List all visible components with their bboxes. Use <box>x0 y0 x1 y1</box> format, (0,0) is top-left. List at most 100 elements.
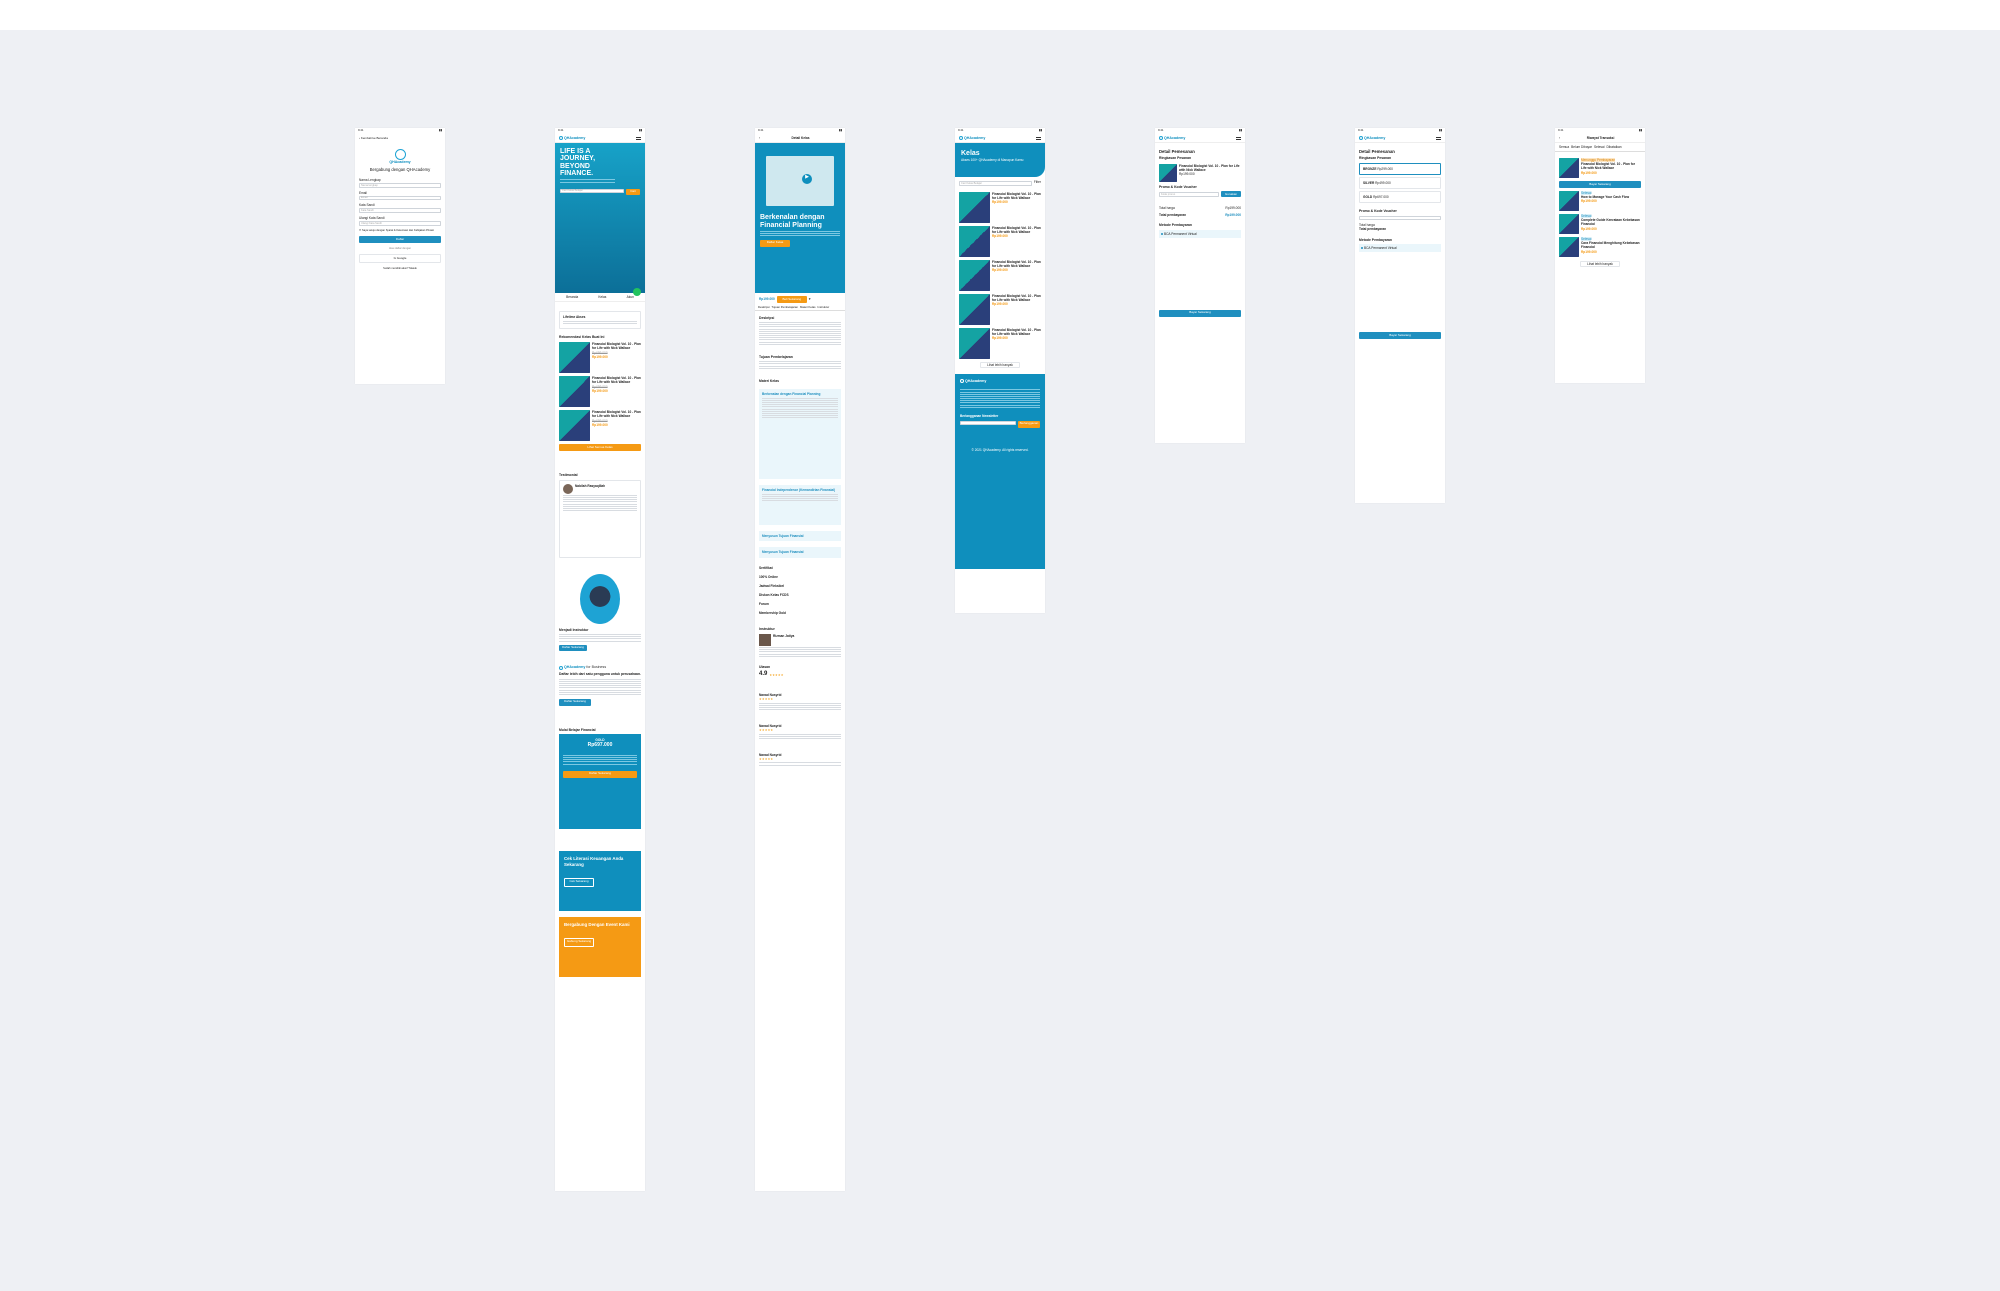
logo-icon <box>959 135 963 140</box>
module-section[interactable]: Menyusun Tujuan Finansial <box>759 531 841 542</box>
logo: QHAcademy Bergabung dengan QHAcademy <box>359 148 441 172</box>
module-section[interactable]: Financial Independence (Kemandirian Fina… <box>759 485 841 526</box>
tab-unpaid[interactable]: Belum Dibayar <box>1571 145 1592 149</box>
module-section[interactable]: Berkenalan dengan Financial Planning <box>759 389 841 480</box>
whatsapp-icon[interactable] <box>633 288 641 296</box>
star-icon: ★★★★★ <box>769 673 784 678</box>
transaction-item[interactable]: Menunggu Pembayaran Financial Biologist V… <box>1559 158 1641 179</box>
video-thumbnail[interactable]: ▶ <box>766 156 834 206</box>
logo-icon <box>1159 135 1163 140</box>
hero-banner: LIFE IS A JOURNEY, BEYOND FINANCE. Cari … <box>555 143 645 296</box>
course-item[interactable]: Financial Biologist Vol. 10 - Plan for L… <box>559 410 641 442</box>
filter-button[interactable]: Filter <box>1034 180 1041 189</box>
review-item: Nanad Nusyrid ★★★★★ <box>759 693 841 711</box>
tab-cancel[interactable]: Dibatalkan <box>1606 145 1621 149</box>
pay-button[interactable]: Bayar Sekarang <box>1159 309 1241 317</box>
subscribe-button[interactable]: Berlangganan <box>1018 420 1040 428</box>
instructor-photo <box>580 573 620 624</box>
enroll-button[interactable]: Daftar Kelas <box>760 239 790 247</box>
back-icon[interactable]: ‹ <box>1559 136 1560 140</box>
login-link[interactable]: Sudah memiliki akun? Masuk <box>359 267 441 270</box>
payment-method-selected[interactable]: BCA Permanent Virtual <box>1159 229 1241 238</box>
module-section[interactable]: Menyusun Tujuan Finansial <box>759 547 841 558</box>
plan-option[interactable]: GOLD Rp697.000 <box>1359 191 1441 204</box>
course-item[interactable]: Financial Biologist Vol. 10 - Plan for L… <box>959 191 1041 223</box>
promo-input[interactable] <box>1359 215 1441 221</box>
instructor-button[interactable]: Daftar Sekarang <box>559 644 587 652</box>
course-item[interactable]: Financial Biologist Vol. 10 - Plan for L… <box>559 376 641 408</box>
course-item[interactable]: Financial Biologist Vol. 10 - Plan for L… <box>959 259 1041 291</box>
literacy-banner: Cek Literasi Keuangan Anda Sekarang Cek S… <box>559 851 641 912</box>
pay-now-button[interactable]: Bayar Sekarang <box>1559 181 1641 189</box>
tab-akun[interactable]: Akun <box>627 295 634 299</box>
buy-button[interactable]: Beli Sekarang <box>776 296 807 303</box>
tab-desc[interactable]: Deskripsi <box>758 305 770 310</box>
see-all-button[interactable]: Lihat Semua Kelas <box>559 444 641 452</box>
search-input[interactable]: Cari Kelas Belajar <box>560 188 624 194</box>
search-input[interactable]: Cari Kelas Belajar <box>959 181 1032 186</box>
back-icon[interactable]: ‹ <box>759 136 760 140</box>
logo-icon <box>559 665 563 670</box>
email-input[interactable]: Email <box>359 195 441 201</box>
course-item[interactable]: Financial Biologist Vol. 10 - Plan for L… <box>959 327 1041 359</box>
perks-list: Sertifikat 100% Online Jadwal Fleksibel … <box>759 565 789 616</box>
check-button[interactable]: Cek Sekarang <box>564 877 594 887</box>
course-thumbnail <box>559 376 590 408</box>
load-more-button[interactable]: Lihat lebih banyak <box>980 361 1020 368</box>
logo-icon <box>559 135 563 140</box>
plan-option[interactable]: BRONZE Rp299.000 <box>1359 162 1441 176</box>
tab-goal[interactable]: Tujuan Pembelajaran <box>772 305 798 310</box>
course-item[interactable]: Financial Biologist Vol. 10 - Plan for L… <box>959 225 1041 257</box>
heart-icon[interactable]: ♥ <box>809 297 811 301</box>
play-icon[interactable]: ▶ <box>802 174 812 184</box>
plan-option[interactable]: SILVER Rp499.000 <box>1359 177 1441 190</box>
google-button[interactable]: G Google <box>359 254 441 264</box>
back-link[interactable]: ‹ Kembali ke Beranda <box>359 136 441 141</box>
avatar <box>563 483 573 494</box>
class-header: Kelas Akses 100+ QHAcademy di Manapun Kam… <box>955 143 1045 177</box>
course-thumbnail <box>559 342 590 374</box>
name-input[interactable]: Nama lengkap <box>359 183 441 188</box>
course-item[interactable]: Financial Biologist Vol. 10 - Plan for L… <box>959 293 1041 325</box>
confirm-password-input[interactable]: Ulangi Kata Sandi <box>359 221 441 226</box>
pay-button[interactable]: Bayar Sekarang <box>1359 332 1441 340</box>
register-button[interactable]: Daftar <box>359 236 441 243</box>
course-thumbnail <box>559 410 590 442</box>
screen-course-detail: 9:41 ▮▮ ‹ Detail Kelas ▶ Berkenalan dengan… <box>755 128 845 1191</box>
business-button[interactable]: Daftar Sekarang <box>559 698 591 706</box>
tab-all[interactable]: Semua <box>1559 145 1569 149</box>
menu-icon[interactable] <box>1236 136 1241 140</box>
screen-order-detail: 9:41 ▮▮ QHAcademy Detail Pemesanan Ringka… <box>1155 128 1245 443</box>
terms-checkbox[interactable]: ☐ Saya setuju dengan Syarat & Ketentuan … <box>359 229 441 232</box>
hero-search: Cari Kelas Belajar Cari <box>560 188 640 196</box>
transaction-item[interactable]: Selesai Cara Financial Menghitung Kebebas… <box>1559 237 1641 258</box>
course-item[interactable]: Financial Biologist Vol. 10 - Plan for L… <box>559 342 641 374</box>
tab-instr[interactable]: Instruktur <box>818 305 830 310</box>
plan-button[interactable]: Daftar Sekarang <box>563 770 637 778</box>
password-input[interactable]: Kata Sandi <box>359 208 441 213</box>
menu-icon[interactable] <box>1436 136 1441 140</box>
tab-done[interactable]: Selesai <box>1594 145 1604 149</box>
tab-home[interactable]: Beranda <box>566 295 578 299</box>
load-more-button[interactable]: Lihat lebih banyak <box>1580 261 1620 268</box>
search-button[interactable]: Cari <box>626 188 640 196</box>
footer: QHAcademy Berlangganan Newsletter Berlan… <box>955 373 1045 569</box>
event-banner: Bergabung Dengan Event Kami Gabung Sekara… <box>559 917 641 978</box>
field-label: Ulangi Kata Sandi <box>359 215 385 220</box>
apply-promo-button[interactable]: Gunakan <box>1221 191 1241 198</box>
menu-icon[interactable] <box>636 136 641 140</box>
payment-method-selected[interactable]: BCA Permanent Virtual <box>1359 244 1441 253</box>
bottom-tabs: Beranda Kelas Akun <box>555 293 645 303</box>
event-button[interactable]: Gabung Sekarang <box>564 937 594 947</box>
transaction-item[interactable]: Selesai Complete Guide Kenrataan Kebebasa… <box>1559 214 1641 235</box>
navbar: QHAcademy <box>555 134 645 143</box>
tab-kelas[interactable]: Kelas <box>598 295 606 299</box>
screen-transactions: 9:41 ▮▮ ‹ Riwayat Transaksi Semua Belum Dib… <box>1555 128 1645 383</box>
tab-materi[interactable]: Materi Kelas <box>800 305 816 310</box>
avatar <box>759 633 771 646</box>
menu-icon[interactable] <box>1036 136 1041 140</box>
logo[interactable]: QHAcademy <box>559 136 585 141</box>
promo-input[interactable]: Kode promo <box>1159 192 1219 197</box>
newsletter-input[interactable] <box>960 420 1016 426</box>
transaction-item[interactable]: Selesai How to Manage Your Cash Flow Rp199… <box>1559 191 1641 212</box>
